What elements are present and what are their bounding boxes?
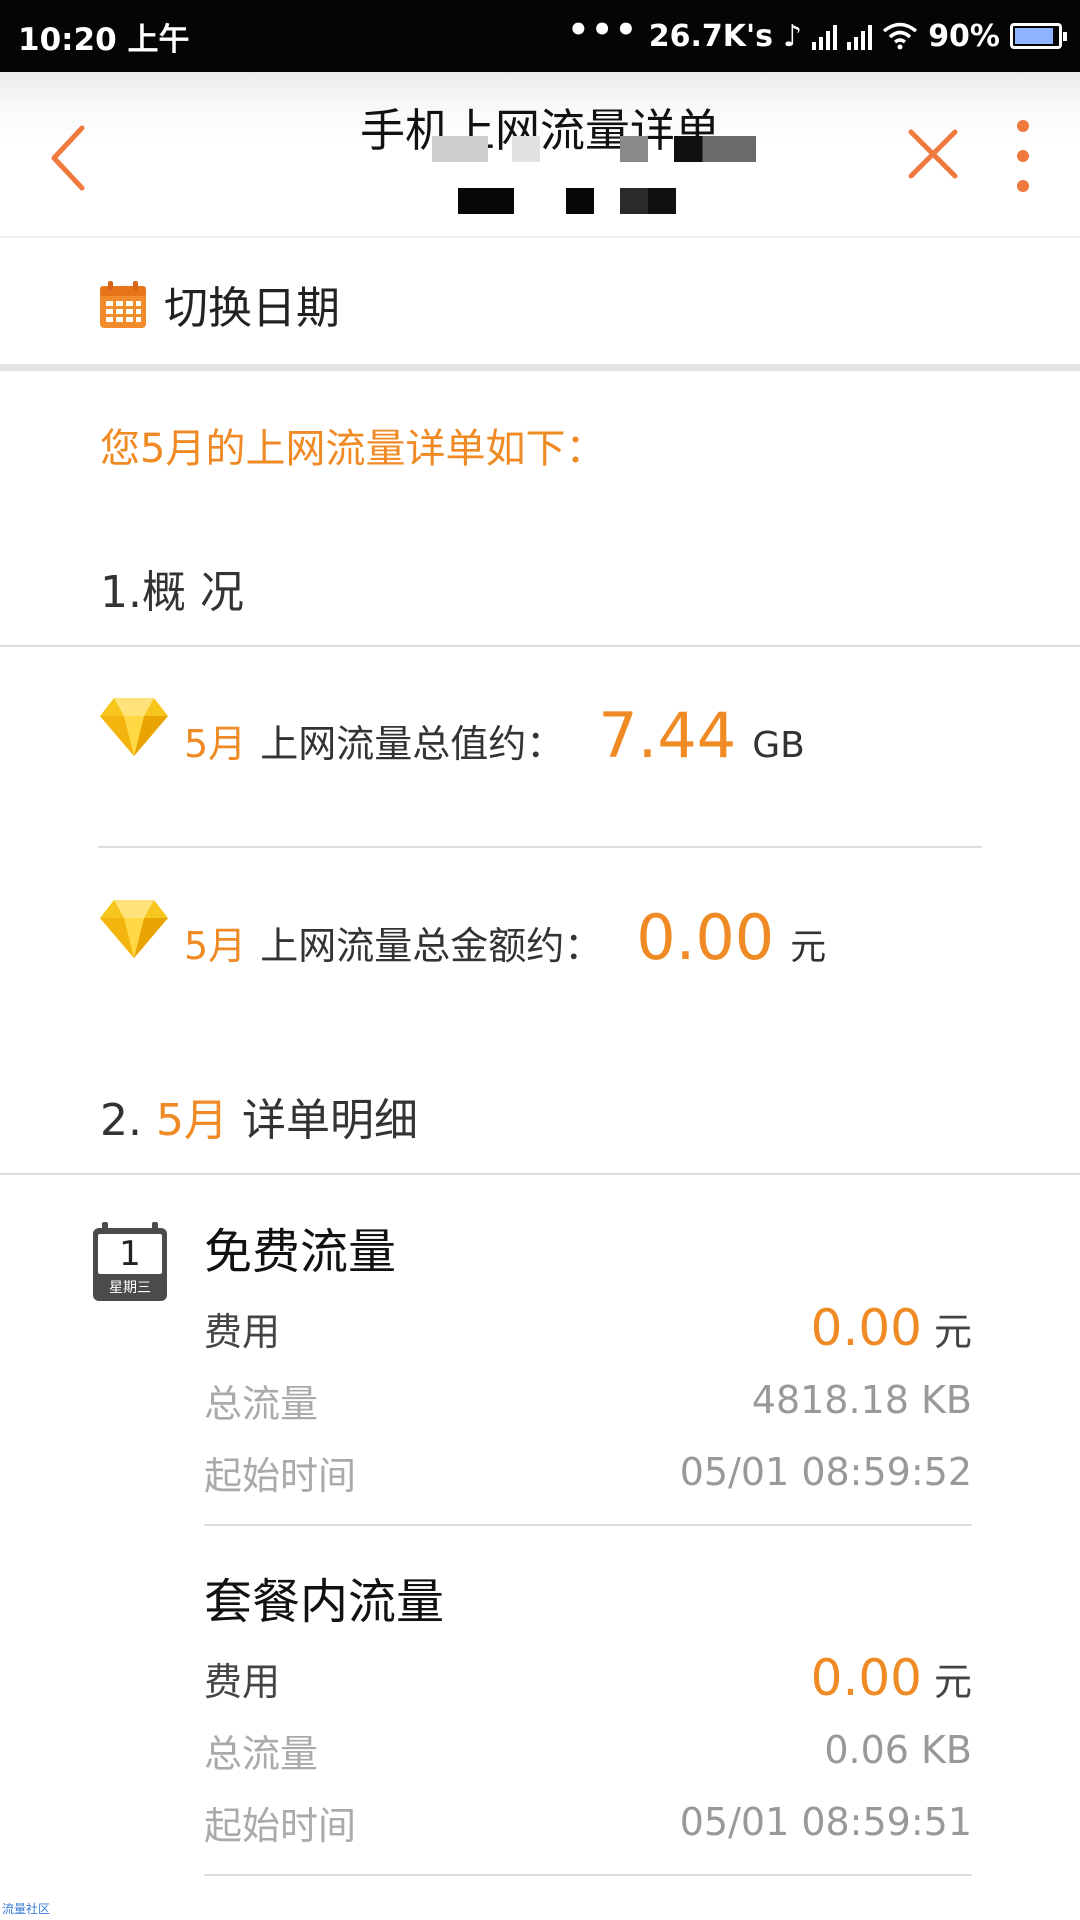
fee-label: 费用 xyxy=(204,1309,281,1354)
item-name: 免费流量 xyxy=(204,1224,397,1280)
traffic-value: 4818.18 KB xyxy=(751,1378,972,1422)
more-options-icon[interactable] xyxy=(1010,120,1036,192)
battery-icon xyxy=(1010,23,1067,49)
traffic-label: 总流量 xyxy=(204,1381,319,1426)
detail-heading: 2. 5月 详单明细 xyxy=(100,1084,418,1148)
network-speed: 26.7K's xyxy=(648,18,774,54)
status-bar: 10:20 上午 ••• 26.7K's ♪ 90% xyxy=(0,0,1080,72)
detail-heading-month: 5月 xyxy=(155,1095,228,1146)
redaction-mask xyxy=(566,188,594,214)
wifi-icon xyxy=(883,22,918,50)
traffic-label: 总流量 xyxy=(204,1731,319,1776)
fee-unit: 元 xyxy=(933,1310,972,1354)
start-time-value: 05/01 08:59:52 xyxy=(679,1450,972,1494)
detail-heading-suffix: 详单明细 xyxy=(241,1095,418,1146)
traffic-value: 0.06 KB xyxy=(824,1728,972,1772)
redaction-mask xyxy=(620,188,676,214)
fee-row: 费用 0.00 元 xyxy=(204,1642,972,1714)
item-name: 套餐内流量 xyxy=(204,1574,445,1630)
diamond-icon xyxy=(100,698,168,756)
intro-text: 您5月的上网流量详单如下： xyxy=(100,426,606,472)
detail-item: 套餐内流量 费用 0.00 元 总流量 0.06 KB 起始时间 05/01 08… xyxy=(204,1562,972,1876)
divider xyxy=(98,846,982,848)
detail-heading-prefix: 2. xyxy=(100,1095,142,1146)
redaction-mask xyxy=(512,136,540,162)
divider xyxy=(0,1173,1080,1175)
fee-row: 费用 0.00 元 xyxy=(204,1292,972,1364)
start-time-label: 起始时间 xyxy=(204,1803,357,1848)
overview-heading: 1.概 况 xyxy=(100,567,244,618)
summary-month: 5月 xyxy=(184,924,247,968)
start-time-label: 起始时间 xyxy=(204,1453,357,1498)
redaction-mask xyxy=(620,136,648,162)
notification-dots-icon: ••• xyxy=(567,10,639,50)
start-time-value: 05/01 08:59:51 xyxy=(679,1800,972,1844)
fee-value: 0.00 xyxy=(810,1649,922,1707)
signal-icon-sim1 xyxy=(812,22,838,50)
switch-date-label: 切换日期 xyxy=(164,283,340,334)
status-time: 10:20 上午 xyxy=(18,22,190,58)
summary-unit: 元 xyxy=(790,927,827,968)
summary-value: 0.00 xyxy=(636,901,775,974)
start-time-row: 起始时间 05/01 08:59:52 xyxy=(204,1436,972,1508)
day-weekday: 星期三 xyxy=(109,1280,151,1296)
signal-icon-sim2 xyxy=(847,22,873,50)
close-icon[interactable] xyxy=(905,126,961,182)
divider xyxy=(204,1524,972,1526)
redaction-mask xyxy=(458,188,514,214)
redaction-mask xyxy=(432,136,488,162)
battery-level-fill xyxy=(1015,28,1053,44)
section-divider xyxy=(0,364,1080,371)
diamond-icon xyxy=(100,900,168,958)
summary-label: 上网流量总金额约： xyxy=(260,924,603,968)
start-time-row: 起始时间 05/01 08:59:51 xyxy=(204,1786,972,1858)
switch-date-row[interactable]: 切换日期 xyxy=(0,238,1080,366)
divider xyxy=(204,1874,972,1876)
music-icon: ♪ xyxy=(783,18,803,54)
redaction-mask xyxy=(674,136,756,162)
summary-row-traffic: 5月 上网流量总值约： 7.44 GB xyxy=(98,690,998,780)
summary-unit: GB xyxy=(752,725,805,766)
summary-row-amount: 5月 上网流量总金额约： 0.00 元 xyxy=(98,892,998,982)
status-icons: ••• 26.7K's ♪ 90% xyxy=(567,10,1067,60)
summary-value: 7.44 xyxy=(598,699,737,772)
traffic-row: 总流量 4818.18 KB xyxy=(204,1364,972,1436)
title-bar: 手机上网流量详单 xyxy=(0,72,1080,238)
calendar-icon xyxy=(100,281,146,328)
divider xyxy=(0,645,1080,647)
summary-month: 5月 xyxy=(184,722,247,766)
fee-unit: 元 xyxy=(933,1660,972,1704)
summary-label: 上网流量总值约： xyxy=(260,722,565,766)
day-number: 1 xyxy=(119,1234,141,1274)
traffic-row: 总流量 0.06 KB xyxy=(204,1714,972,1786)
battery-percent: 90% xyxy=(928,18,1000,54)
fee-value: 0.00 xyxy=(810,1299,922,1357)
watermark: 流量社区 xyxy=(2,1902,51,1916)
detail-item: 免费流量 费用 0.00 元 总流量 4818.18 KB 起始时间 05/01 … xyxy=(204,1212,972,1526)
day-calendar-icon: 1 星期三 xyxy=(92,1222,168,1302)
fee-label: 费用 xyxy=(204,1659,281,1704)
